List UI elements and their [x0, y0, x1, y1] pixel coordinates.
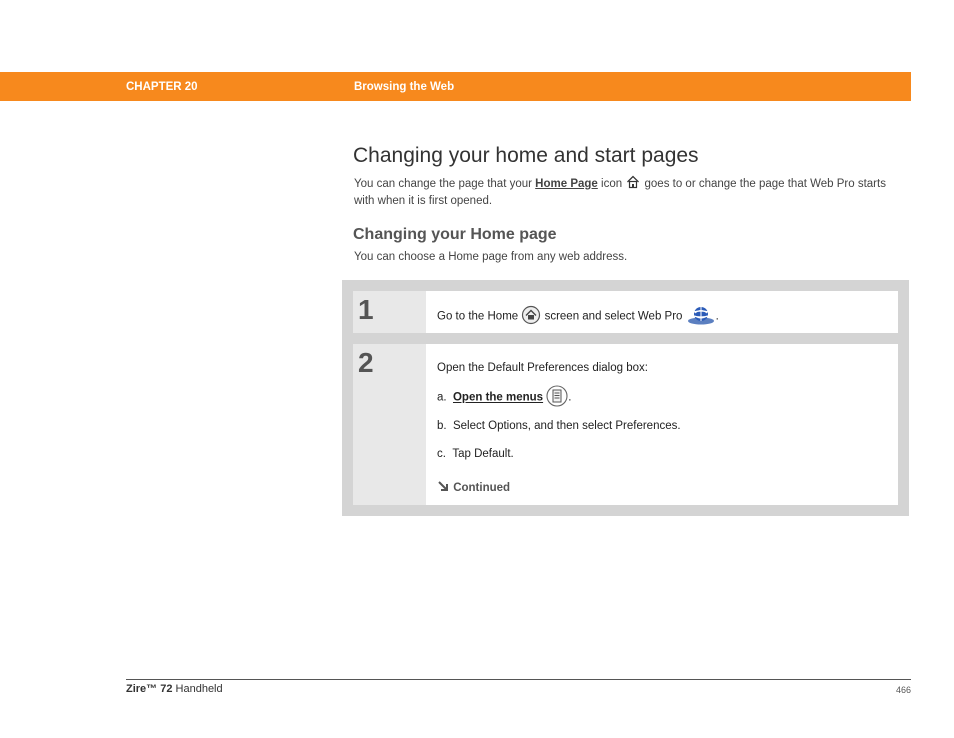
home-screen-icon	[521, 305, 541, 328]
chapter-header-bar: CHAPTER 20 Browsing the Web	[0, 72, 911, 101]
step-2-intro: Open the Default Preferences dialog box:	[437, 362, 648, 374]
step-2-item-a: a. Open the menus .	[437, 385, 572, 410]
web-pro-icon	[686, 304, 716, 329]
home-page-link[interactable]: Home Page	[535, 178, 598, 190]
step-1: 1 Go to the Home screen and select Web P…	[353, 291, 898, 333]
continued-link[interactable]: Continued	[437, 480, 510, 496]
section-label: Browsing the Web	[354, 81, 455, 93]
step-2: 2 Open the Default Preferences dialog bo…	[353, 344, 898, 505]
footer-rule	[126, 679, 911, 680]
intro-paragraph: You can change the page that your Home P…	[354, 175, 904, 209]
section-subtitle: Changing your Home page	[353, 226, 557, 243]
steps-panel: 1 Go to the Home screen and select Web P…	[342, 280, 909, 516]
page-number: 466	[895, 685, 911, 695]
home-page-icon	[626, 175, 640, 194]
step-number: 1	[358, 294, 374, 325]
continued-arrow-icon	[437, 480, 450, 496]
step-2-item-b: b. Select Options, and then select Prefe…	[437, 420, 681, 432]
menu-icon	[546, 385, 568, 410]
step-1-text: Go to the Home screen and select Web Pro…	[437, 304, 719, 329]
page-title: Changing your home and start pages	[353, 144, 699, 167]
open-menus-link[interactable]: Open the menus	[453, 392, 543, 404]
section-description: You can choose a Home page from any web …	[354, 251, 628, 263]
footer-product: Zire™ 72 Handheld	[126, 683, 223, 695]
step-2-item-c: c. Tap Default.	[437, 448, 514, 460]
step-number: 2	[358, 347, 374, 378]
chapter-label: CHAPTER 20	[126, 81, 198, 93]
